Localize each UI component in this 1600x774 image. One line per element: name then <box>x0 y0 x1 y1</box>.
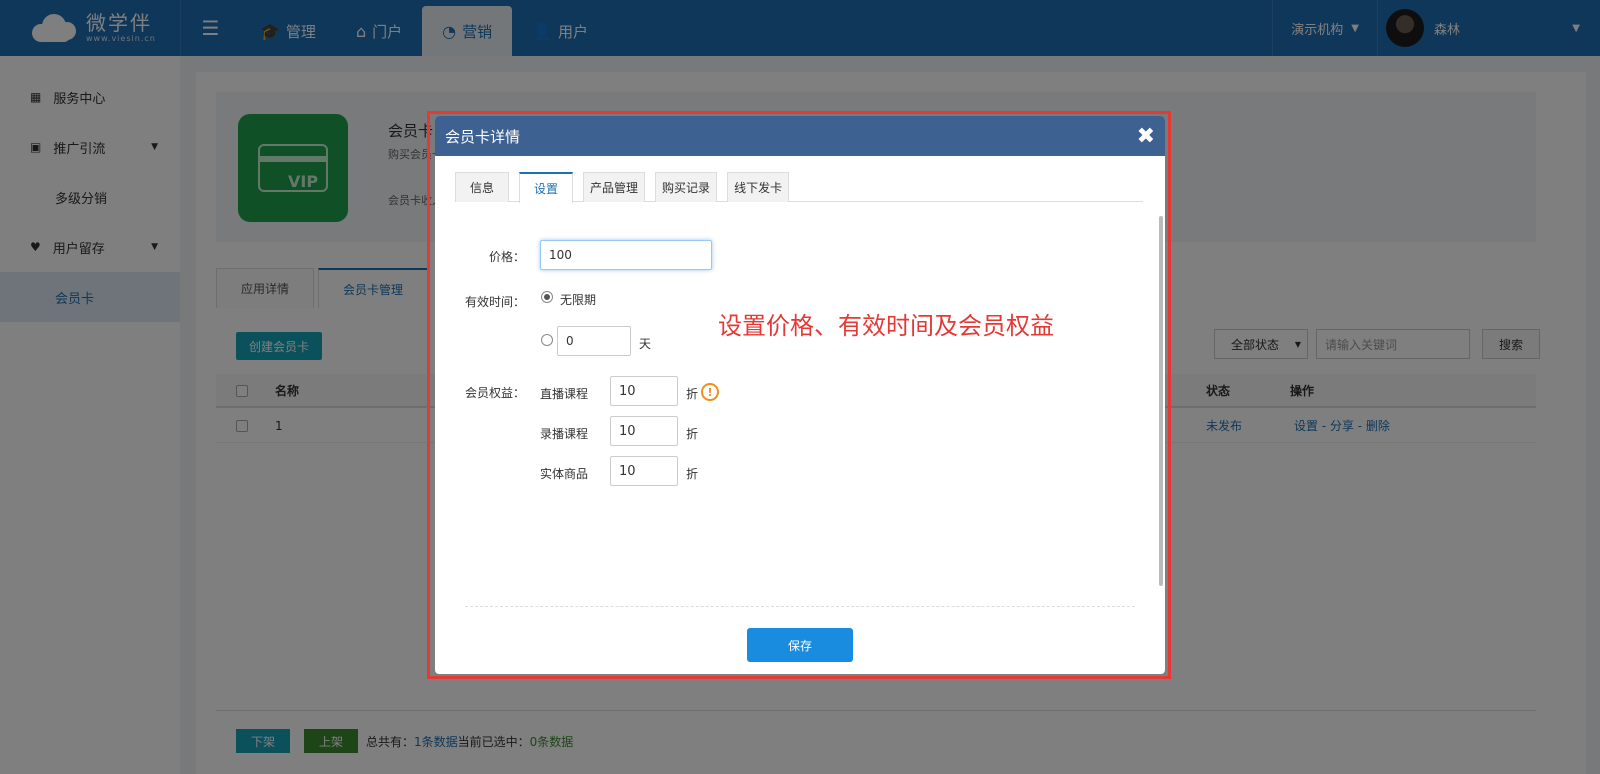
benefit-live-input[interactable]: 10 <box>610 376 678 406</box>
unlimited-radio[interactable] <box>541 291 553 303</box>
modal-header: 会员卡详情 ✖ <box>435 116 1165 156</box>
annotation-text: 设置价格、有效时间及会员权益 <box>718 312 1054 340</box>
benefit-physical-input[interactable]: 10 <box>610 456 678 486</box>
tab-settings[interactable]: 设置 <box>519 172 574 203</box>
member-card-modal: 会员卡详情 ✖ 信息 设置 产品管理 购买记录 线下发卡 价格： 100 有效时… <box>435 116 1165 674</box>
close-icon[interactable]: ✖ <box>1137 124 1155 149</box>
benefit-recorded-input[interactable]: 10 <box>610 416 678 446</box>
validity-label: 有效时间： <box>464 295 525 309</box>
tab-info[interactable]: 信息 <box>455 172 510 202</box>
benefit-live-unit: 折 <box>686 387 699 401</box>
benefit-live-label: 直播课程 <box>540 387 589 401</box>
benefit-recorded-label: 录播课程 <box>540 427 589 441</box>
benefits-label: 会员权益： <box>464 386 525 400</box>
save-button[interactable]: 保存 <box>747 628 853 662</box>
divider <box>465 606 1135 607</box>
warning-icon[interactable]: ! <box>701 383 719 401</box>
days-input[interactable]: 0 <box>557 326 631 356</box>
price-label: 价格： <box>488 250 525 264</box>
benefit-recorded-unit: 折 <box>686 427 699 441</box>
modal-title: 会员卡详情 <box>445 127 521 146</box>
price-input[interactable]: 100 <box>540 240 712 270</box>
days-unit: 天 <box>639 337 652 351</box>
unlimited-label: 无限期 <box>560 293 597 307</box>
benefit-physical-unit: 折 <box>686 467 699 481</box>
tab-purchases[interactable]: 购买记录 <box>655 172 718 202</box>
benefit-physical-label: 实体商品 <box>540 467 589 481</box>
tab-offline-issue[interactable]: 线下发卡 <box>727 172 790 202</box>
modal-scrollbar[interactable] <box>1159 216 1163 586</box>
days-radio[interactable] <box>541 334 553 346</box>
tab-products[interactable]: 产品管理 <box>583 172 646 202</box>
modal-tabs: 信息 设置 产品管理 购买记录 线下发卡 <box>455 172 1143 203</box>
